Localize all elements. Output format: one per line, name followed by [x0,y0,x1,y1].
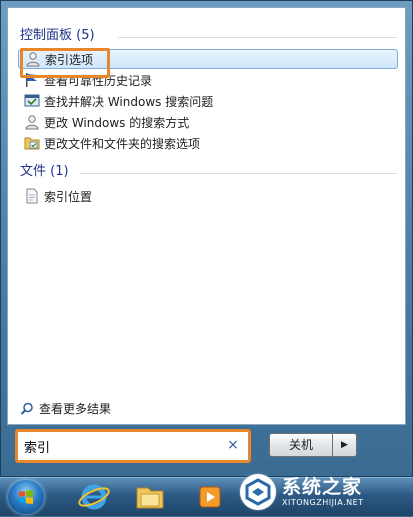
shutdown-options-button[interactable]: ▶ [333,433,357,457]
group-divider [118,37,397,38]
watermark: 系统之家 XITONGZHIJIA.NET [240,470,410,514]
start-menu-frame: 控制面板 (5) 索引选项 查看可靠性历史记录 查找并解决 Windows 搜索… [0,0,413,477]
result-item-folder-search-options[interactable]: 更改文件和文件夹的搜索选项 [18,133,398,153]
result-item-label: 更改文件和文件夹的搜索选项 [44,136,201,151]
file-explorer-icon[interactable] [128,480,172,514]
group-header-control-panel: 控制面板 (5) [20,28,95,43]
watermark-title: 系统之家 [282,476,363,498]
search-results-panel: 控制面板 (5) 索引选项 查看可靠性历史记录 查找并解决 Windows 搜索… [7,7,406,425]
highlight-box-first-result [20,48,110,78]
group-header-files: 文件 (1) [20,164,69,179]
start-button[interactable] [8,480,44,514]
watermark-logo-icon [240,474,276,510]
search-input[interactable] [22,435,226,457]
see-more-results-link[interactable]: 查看更多结果 [20,400,111,417]
internet-explorer-icon[interactable] [72,480,116,514]
group-divider [80,173,397,174]
windows-logo-icon [18,489,34,505]
user-search-icon [24,114,40,130]
folder-options-icon [24,135,40,151]
watermark-text: 系统之家 XITONGZHIJIA.NET [282,476,364,508]
result-item-index-location[interactable]: 索引位置 [18,186,398,206]
result-item-troubleshoot-search[interactable]: 查找并解决 Windows 搜索问题 [18,91,398,111]
troubleshoot-icon [24,93,40,109]
search-icon [20,402,34,416]
result-item-label: 查找并解决 Windows 搜索问题 [44,94,214,109]
result-item-label: 索引位置 [44,189,93,204]
document-icon [24,188,40,204]
shutdown-button[interactable]: 关机 [269,433,333,457]
result-item-label: 更改 Windows 的搜索方式 [44,115,190,130]
result-item-change-search-method[interactable]: 更改 Windows 的搜索方式 [18,112,398,132]
media-player-icon[interactable] [188,480,232,514]
see-more-results-label: 查看更多结果 [39,402,112,416]
clear-search-button[interactable]: × [226,437,240,453]
watermark-subtitle: XITONGZHIJIA.NET [282,498,364,507]
search-box: × [15,429,251,463]
